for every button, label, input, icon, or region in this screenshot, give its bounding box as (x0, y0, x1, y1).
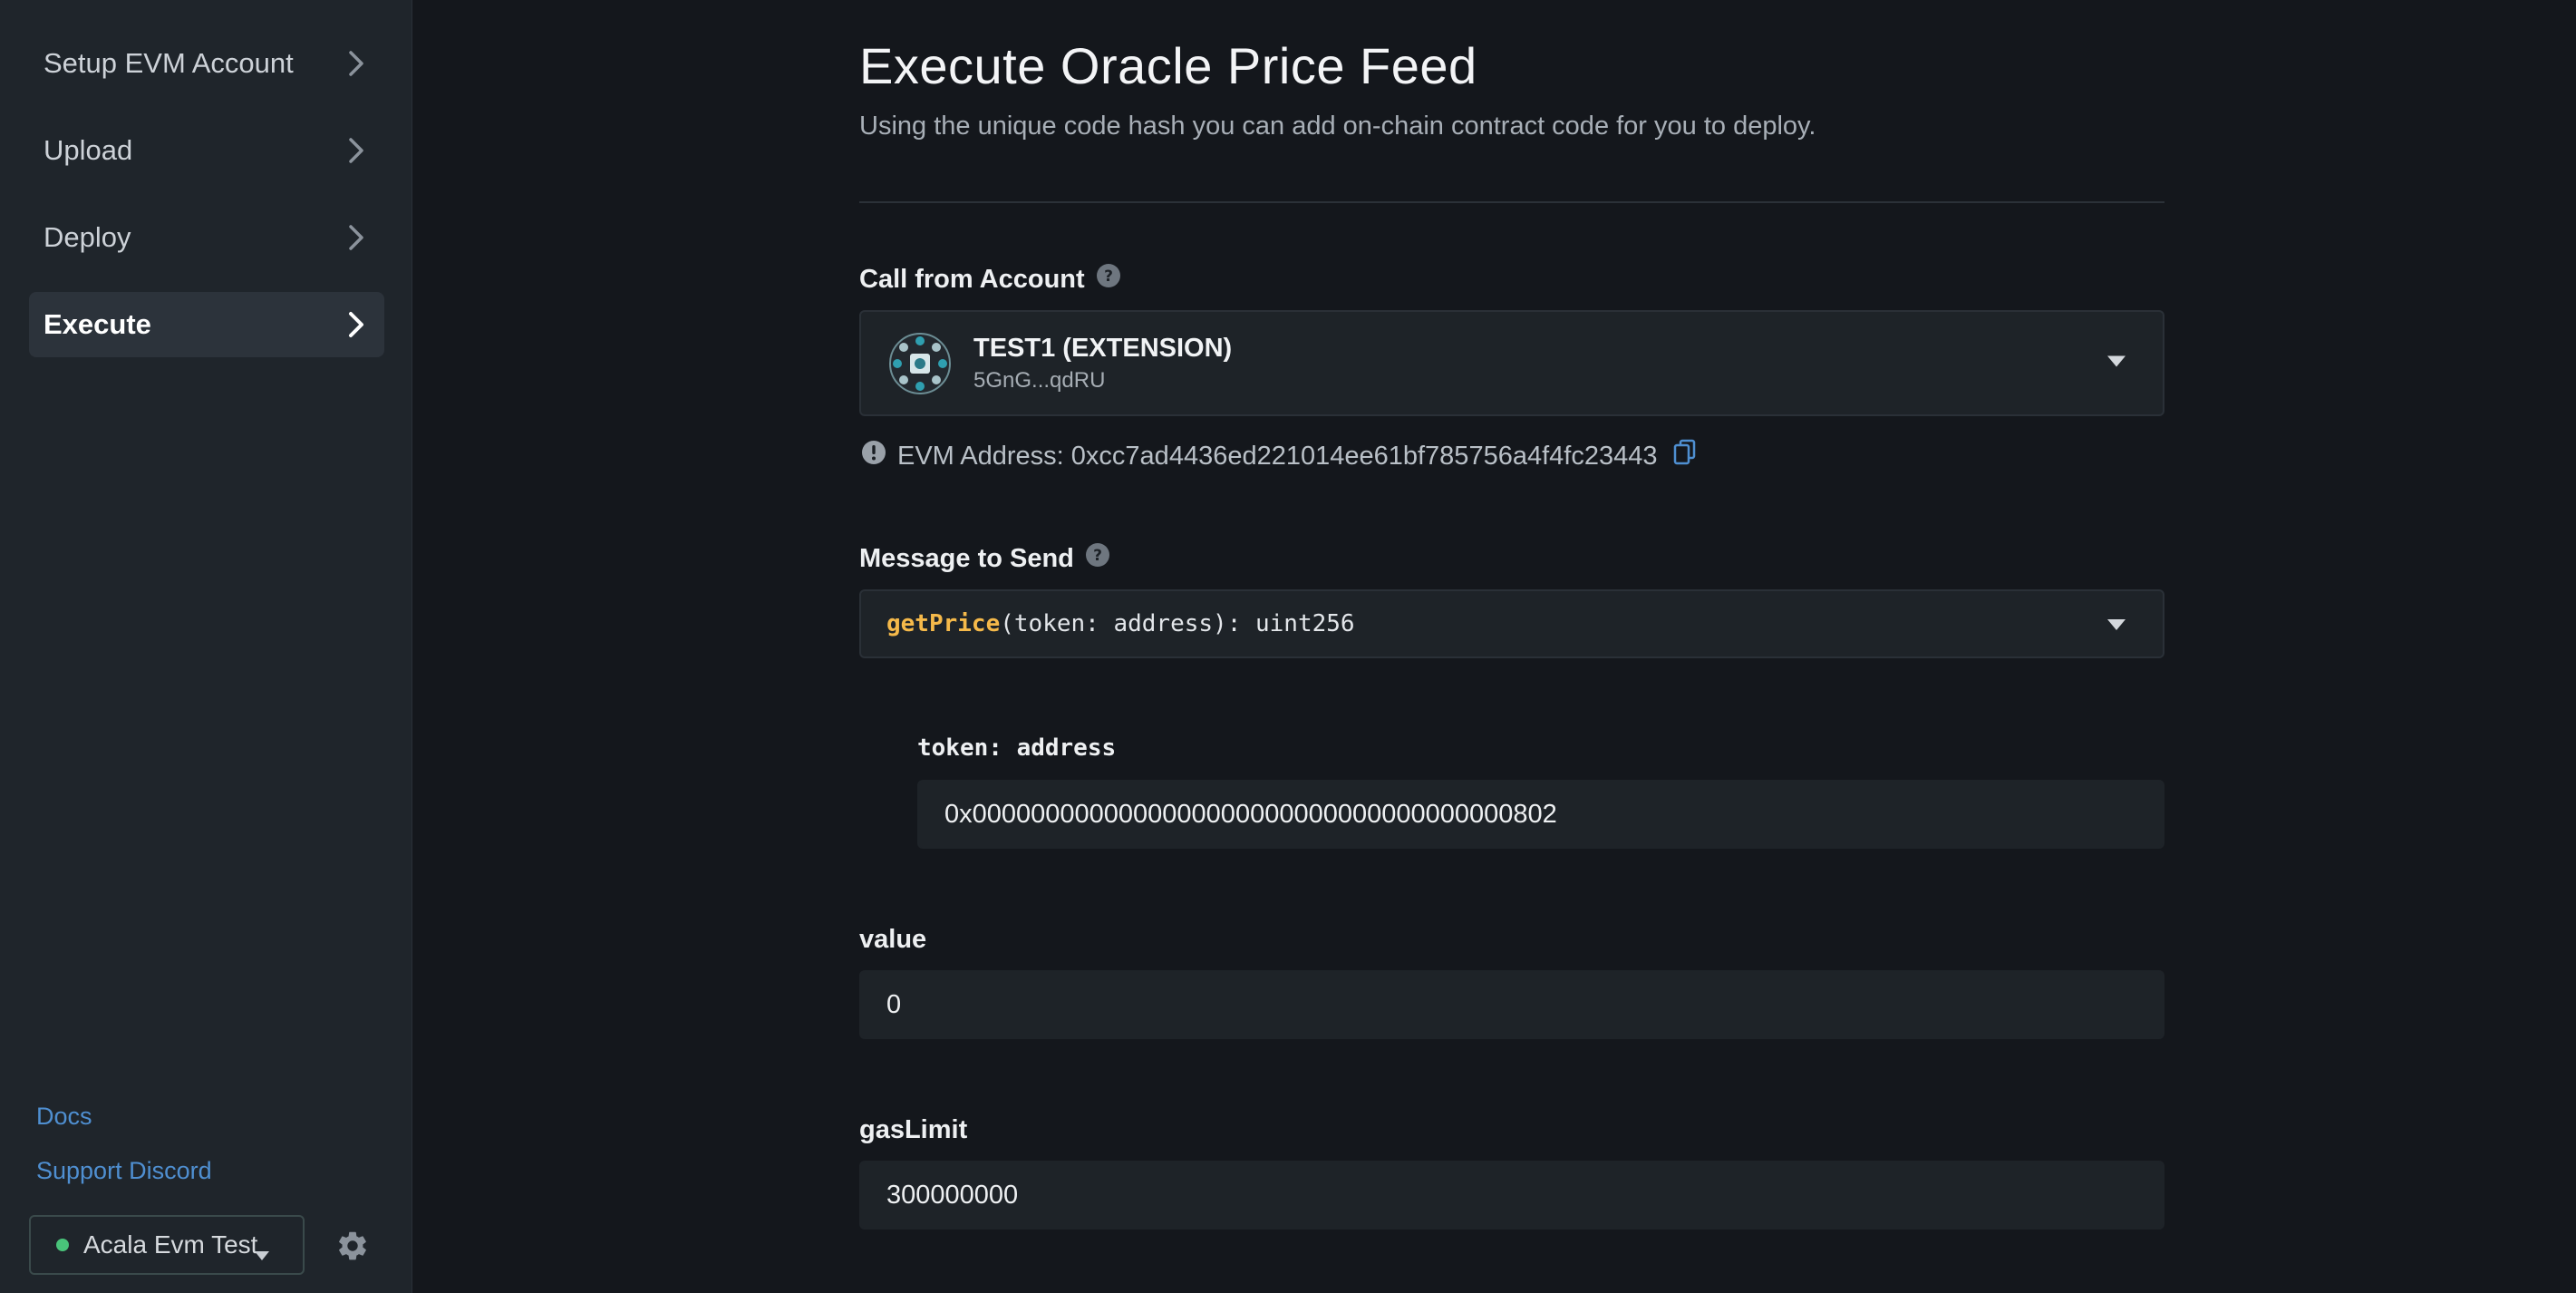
svg-text:?: ? (1104, 267, 1113, 286)
chevron-right-icon (348, 50, 364, 77)
token-address-input[interactable] (917, 780, 2164, 849)
message-to-send-label: Message to Send ? (859, 542, 1110, 575)
sidebar-item-label: Upload (44, 134, 133, 166)
info-icon (861, 440, 886, 472)
sidebar-item-label: Deploy (44, 221, 131, 253)
status-dot (56, 1239, 69, 1251)
token-param-label: token: address (917, 734, 1117, 762)
account-avatar-icon (888, 332, 952, 395)
account-select[interactable]: TEST1 (EXTENSION) 5GnG...qdRU (859, 310, 2164, 416)
account-name: TEST1 (EXTENSION) (973, 334, 1233, 363)
function-signature: (token: address): uint256 (1000, 610, 1355, 637)
gear-icon[interactable] (335, 1229, 370, 1263)
network-label: Acala Evm Test (83, 1230, 258, 1259)
evm-address-line: EVM Address: 0xcc7ad4436ed221014ee61bf78… (861, 439, 1697, 473)
copy-icon[interactable] (1673, 439, 1697, 473)
sidebar-item-upload[interactable]: Upload (29, 118, 384, 183)
caret-down-icon (2106, 355, 2126, 372)
call-from-account-label-text: Call from Account (859, 264, 1085, 294)
sidebar: Setup EVM Account Upload Deploy Execute … (0, 0, 412, 1293)
gas-limit-label: gasLimit (859, 1115, 968, 1144)
page-subtitle: Using the unique code hash you can add o… (859, 112, 1816, 141)
network-select[interactable]: Acala Evm Test (29, 1215, 305, 1275)
svg-text:?: ? (1093, 547, 1102, 565)
value-input[interactable] (859, 970, 2164, 1039)
sidebar-item-label: Execute (44, 308, 151, 340)
caret-down-icon (254, 1239, 270, 1268)
chevron-right-icon (348, 224, 364, 251)
support-discord-link[interactable]: Support Discord (36, 1157, 212, 1185)
value-label: value (859, 925, 927, 954)
sidebar-item-setup-evm-account[interactable]: Setup EVM Account (29, 31, 384, 96)
sidebar-item-deploy[interactable]: Deploy (29, 205, 384, 270)
gas-limit-input[interactable] (859, 1161, 2164, 1230)
call-from-account-label: Call from Account ? (859, 263, 1121, 296)
evm-address: EVM Address: 0xcc7ad4436ed221014ee61bf78… (897, 441, 1658, 471)
help-icon[interactable]: ? (1085, 542, 1110, 575)
chevron-right-icon (348, 137, 364, 164)
docs-link[interactable]: Docs (36, 1103, 92, 1131)
chevron-right-icon (348, 311, 364, 338)
help-icon[interactable]: ? (1096, 263, 1121, 296)
account-address: 5GnG...qdRU (973, 368, 1106, 393)
caret-down-icon (2106, 610, 2126, 637)
page-title: Execute Oracle Price Feed (859, 37, 1477, 94)
divider (859, 201, 2164, 203)
function-name: getPrice (886, 610, 1001, 637)
sidebar-item-label: Setup EVM Account (44, 47, 294, 79)
sidebar-item-execute[interactable]: Execute (29, 292, 384, 357)
message-select[interactable]: getPrice (token: address): uint256 (859, 589, 2164, 658)
message-to-send-label-text: Message to Send (859, 543, 1074, 573)
